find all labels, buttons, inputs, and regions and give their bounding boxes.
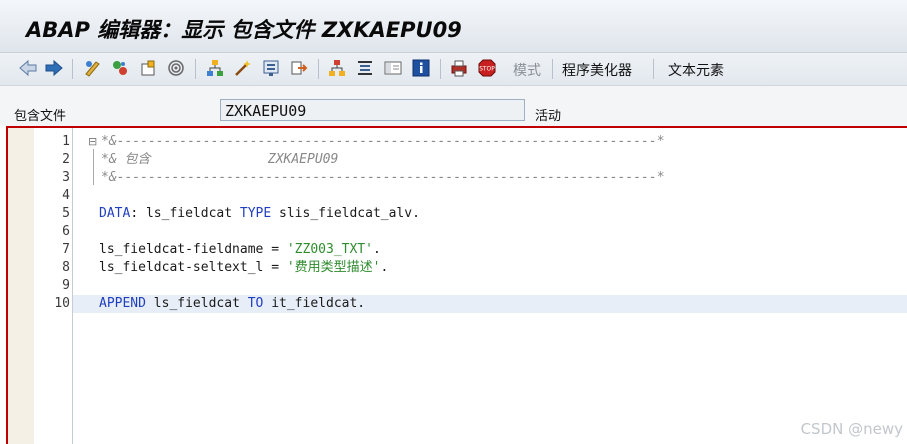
- tree-icon[interactable]: [326, 57, 348, 79]
- line-number: 2: [62, 152, 70, 167]
- window-title: ABAP 编辑器：显示 包含文件 ZXKAEPU09: [26, 18, 462, 42]
- forward-arrow-icon[interactable]: [43, 57, 65, 79]
- toolbar-separator: [72, 59, 73, 79]
- line-number: 6: [62, 224, 70, 239]
- line-number: 8: [62, 260, 70, 275]
- line-number-column: 1 2 3 4 5 6 7 8 9 10: [34, 128, 73, 444]
- include-label: 包含文件: [14, 109, 67, 124]
- toolbar-separator: [552, 59, 553, 79]
- pretty-print-icon[interactable]: [354, 57, 376, 79]
- line-number: 7: [62, 242, 70, 257]
- toolbar-separator: [440, 59, 441, 79]
- line-number: 9: [62, 278, 70, 293]
- include-name-field[interactable]: ZXKAEPU09: [220, 99, 525, 121]
- hierarchy-icon[interactable]: [204, 57, 226, 79]
- test-icon[interactable]: [260, 57, 282, 79]
- back-arrow-icon[interactable]: [17, 57, 39, 79]
- code-area[interactable]: *&--------------------------------------…: [73, 128, 907, 444]
- code-line[interactable]: *& 包含 ZXKAEPU09: [101, 151, 338, 169]
- object-activate-icon[interactable]: [109, 57, 131, 79]
- line-number: 3: [62, 170, 70, 185]
- svg-text:STOP: STOP: [479, 66, 495, 73]
- toolbar-separator: [318, 59, 319, 79]
- display-change-icon[interactable]: [82, 57, 104, 79]
- toolbar-separator: [195, 59, 196, 79]
- line-number: 10: [54, 296, 70, 311]
- export-icon[interactable]: [288, 57, 310, 79]
- pretty-printer-button[interactable]: 程序美化器: [562, 60, 632, 80]
- code-line[interactable]: APPEND ls_fieldcat TO it_fieldcat.: [99, 295, 365, 313]
- code-line[interactable]: ls_fieldcat-seltext_l = '费用类型描述'.: [99, 259, 388, 277]
- text-elements-button[interactable]: 文本元素: [668, 60, 724, 80]
- watermark: CSDN @newy: [800, 420, 903, 438]
- magic-wand-icon[interactable]: [232, 57, 254, 79]
- code-editor[interactable]: 1 2 3 4 5 6 7 8 9 10 *&--------------------------…: [6, 126, 907, 444]
- where-used-icon[interactable]: [165, 57, 187, 79]
- include-field-row: 包含文件 ZXKAEPU09 活动: [0, 86, 907, 126]
- status-label: 活动: [535, 109, 562, 124]
- mode-button[interactable]: 模式: [513, 60, 541, 80]
- breakpoint-gutter[interactable]: [8, 128, 35, 444]
- code-line[interactable]: *&--------------------------------------…: [101, 169, 665, 187]
- line-number: 4: [62, 188, 70, 203]
- toolbar-separator: [653, 59, 654, 79]
- fold-guide: [93, 149, 94, 185]
- info-icon[interactable]: [410, 57, 432, 79]
- other-object-icon[interactable]: [137, 57, 159, 79]
- stop-breakpoint-icon[interactable]: STOP: [476, 57, 498, 79]
- code-line[interactable]: DATA: ls_fieldcat TYPE slis_fieldcat_alv…: [99, 205, 420, 223]
- collapse-block-icon[interactable]: ⊟: [88, 135, 97, 148]
- print-icon[interactable]: [448, 57, 470, 79]
- line-number: 5: [62, 206, 70, 221]
- line-number: 1: [62, 134, 70, 149]
- title-bar: ABAP 编辑器：显示 包含文件 ZXKAEPU09: [0, 0, 907, 53]
- layout-icon[interactable]: [382, 57, 404, 79]
- code-line[interactable]: ls_fieldcat-fieldname = 'ZZ003_TXT'.: [99, 241, 381, 259]
- code-line[interactable]: *&--------------------------------------…: [101, 133, 665, 151]
- application-toolbar: STOP 模式 程序美化器 文本元素: [0, 53, 907, 86]
